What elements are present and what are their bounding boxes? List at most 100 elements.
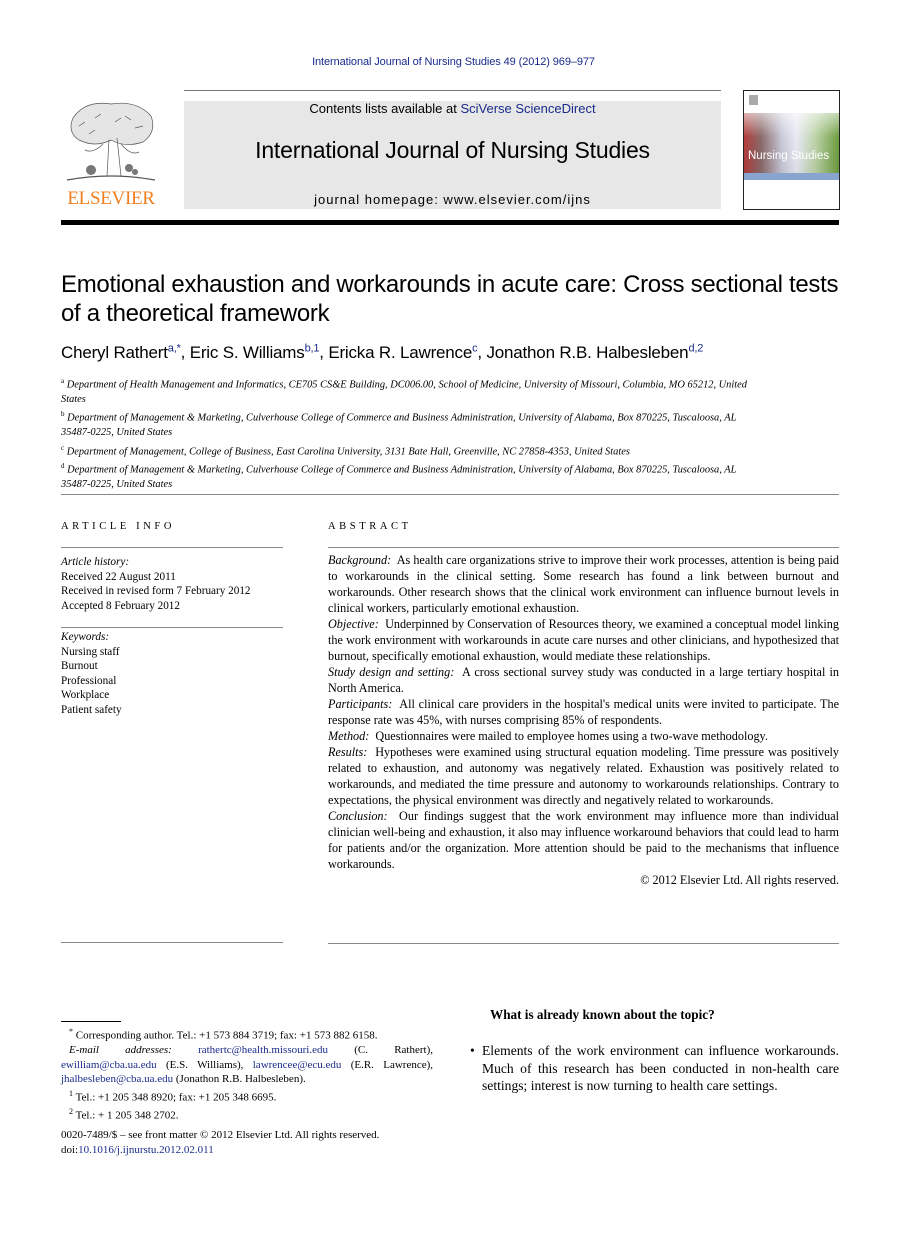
keyword[interactable]: Burnout xyxy=(61,659,291,674)
email-owner: (C. Rathert), xyxy=(354,1044,433,1057)
doi-label: doi: xyxy=(61,1143,79,1156)
known-topic-list: • Elements of the work environment can i… xyxy=(470,1042,839,1095)
author[interactable]: Ericka R. Lawrencec xyxy=(328,342,477,362)
affiliation-text: Department of Management & Marketing, Cu… xyxy=(61,464,737,491)
footnote-text: Tel.: +1 205 348 8920; fax: +1 205 348 6… xyxy=(75,1091,277,1104)
author-name: Ericka R. Lawrence xyxy=(328,342,473,362)
author-name: Cheryl Rathert xyxy=(61,342,168,362)
abstract-text: All clinical care providers in the hospi… xyxy=(328,697,839,727)
journal-title: International Journal of Nursing Studies xyxy=(255,137,650,163)
tree-icon xyxy=(66,102,156,181)
keyword[interactable]: Patient safety xyxy=(61,703,291,718)
history-item: Accepted 8 February 2012 xyxy=(61,599,180,612)
keywords: Keywords: Nursing staff Burnout Professi… xyxy=(61,630,291,717)
affiliation-mark: b xyxy=(61,410,65,419)
history-label: Article history: xyxy=(61,556,130,568)
footnote-text: Tel.: + 1 205 348 2702. xyxy=(75,1109,179,1122)
article-info-divider xyxy=(61,942,283,943)
cover-title: Nursing Studies xyxy=(748,150,830,162)
abstract-heading: ABSTRACT xyxy=(328,521,412,532)
author-name: Jonathon R.B. Halbesleben xyxy=(486,342,689,362)
abstract-label: Background: xyxy=(328,553,392,567)
footnote-rule xyxy=(61,1021,121,1022)
elsevier-logo[interactable]: ELSEVIER xyxy=(61,98,161,210)
article-history: Article history: Received 22 August 2011… xyxy=(61,555,291,613)
keywords-label: Keywords: xyxy=(61,631,110,643)
email-link[interactable]: lawrencee@ecu.edu xyxy=(253,1059,342,1071)
contents-line: Contents lists available at SciVerse Sci… xyxy=(184,101,721,116)
author[interactable]: Cheryl Ratherta,* xyxy=(61,342,181,362)
journal-citation[interactable]: International Journal of Nursing Studies… xyxy=(0,56,907,68)
footnote-mark: 1 xyxy=(69,1089,73,1099)
footnote: 1 Tel.: +1 205 348 8920; fax: +1 205 348… xyxy=(61,1087,433,1105)
article-title: Emotional exhaustion and workarounds in … xyxy=(61,271,839,327)
history-item: Received in revised form 7 February 2012 xyxy=(61,585,251,597)
abstract-section: Results: Hypotheses were examined using … xyxy=(328,744,839,808)
abstract-section: Participants: All clinical care provider… xyxy=(328,696,839,728)
article-info-heading: ARTICLE INFO xyxy=(61,521,176,532)
author-separator: , xyxy=(319,342,329,362)
article-info-divider xyxy=(61,627,283,628)
doi-line: doi:10.1016/j.ijnurstu.2012.02.011 xyxy=(61,1143,441,1158)
email-link[interactable]: jhalbesleben@cba.ua.edu xyxy=(61,1073,173,1085)
abstract-section: Study design and setting: A cross sectio… xyxy=(328,664,839,696)
abstract-text: Questionnaires were mailed to employee h… xyxy=(375,729,768,743)
abstract-label: Study design and setting: xyxy=(328,665,455,679)
section-divider xyxy=(61,494,839,495)
abstract-label: Method: xyxy=(328,729,370,743)
cover-band xyxy=(744,173,839,180)
publisher-logo-text: ELSEVIER xyxy=(67,188,155,209)
author-affiliation-mark[interactable]: b,1 xyxy=(305,342,320,354)
author-affiliation-mark[interactable]: a,* xyxy=(168,342,181,354)
abstract-body: Background: As health care organizations… xyxy=(328,552,839,888)
copyright: © 2012 Elsevier Ltd. All rights reserved… xyxy=(640,873,839,887)
abstract-label: Conclusion: xyxy=(328,809,388,823)
affiliations: a Department of Health Management and In… xyxy=(61,374,761,493)
abstract-section: Objective: Underpinned by Conservation o… xyxy=(328,616,839,664)
cover-art xyxy=(744,113,839,173)
affiliation-text: Department of Management & Marketing, Cu… xyxy=(61,412,737,439)
history-item: Received 22 August 2011 xyxy=(61,570,176,583)
affiliation-text: Department of Management, College of Bus… xyxy=(66,446,630,458)
affiliation-mark: a xyxy=(61,377,65,385)
sciencedirect-link[interactable]: SciVerse ScienceDirect xyxy=(460,101,595,116)
abstract-label: Results: xyxy=(328,745,368,759)
keyword[interactable]: Workplace xyxy=(61,688,291,703)
journal-cover[interactable]: Nursing Studies xyxy=(743,90,840,210)
abstract-section: Method: Questionnaires were mailed to em… xyxy=(328,728,839,744)
footnotes: * Corresponding author. Tel.: +1 573 884… xyxy=(61,1025,433,1124)
author[interactable]: Eric S. Williamsb,1 xyxy=(189,342,320,362)
email-owner: (E.S. Williams), xyxy=(165,1058,244,1071)
header-divider xyxy=(61,220,839,225)
abstract-label: Objective: xyxy=(328,617,379,631)
affiliation: c Department of Management, College of B… xyxy=(61,441,761,460)
abstract-text: Hypotheses were examined using structura… xyxy=(328,745,839,807)
affiliation: d Department of Management & Marketing, … xyxy=(61,459,761,492)
footnote-mark: * xyxy=(69,1027,73,1036)
email-link[interactable]: ewilliam@cba.ua.edu xyxy=(61,1059,157,1071)
keyword[interactable]: Nursing staff xyxy=(61,645,291,660)
front-matter: 0020-7489/$ – see front matter © 2012 El… xyxy=(61,1128,441,1157)
author-affiliation-mark[interactable]: d,2 xyxy=(688,342,703,354)
email-owner: (E.R. Lawrence), xyxy=(350,1058,434,1071)
affiliation: b Department of Management & Marketing, … xyxy=(61,407,761,440)
author-name: Eric S. Williams xyxy=(189,342,305,362)
list-item-text: Elements of the work environment can inf… xyxy=(482,1043,839,1093)
footnote: 2 Tel.: + 1 205 348 2702. xyxy=(61,1105,433,1123)
author-separator: , xyxy=(180,342,190,362)
article-info-divider xyxy=(61,547,283,548)
keyword[interactable]: Professional xyxy=(61,674,291,689)
journal-homepage-link[interactable]: journal homepage: www.elsevier.com/ijns xyxy=(184,192,721,207)
doi-link[interactable]: 10.1016/j.ijnurstu.2012.02.011 xyxy=(78,1144,214,1156)
known-topic-heading: What is already known about the topic? xyxy=(490,1007,715,1022)
footnote-mark: 2 xyxy=(69,1107,73,1117)
footnote-text: Corresponding author. Tel.: +1 573 884 3… xyxy=(75,1029,378,1042)
bullet-icon: • xyxy=(470,1043,475,1058)
email-link[interactable]: rathertc@health.missouri.edu xyxy=(198,1044,328,1056)
author[interactable]: Jonathon R.B. Halbeslebend,2 xyxy=(486,342,703,362)
abstract-section: Conclusion: Our findings suggest that th… xyxy=(328,808,839,872)
affiliation: a Department of Health Management and In… xyxy=(61,374,761,407)
abstract-label: Participants: xyxy=(328,697,393,711)
affiliation-text: Department of Health Management and Info… xyxy=(61,379,747,405)
header-rule xyxy=(184,90,721,91)
